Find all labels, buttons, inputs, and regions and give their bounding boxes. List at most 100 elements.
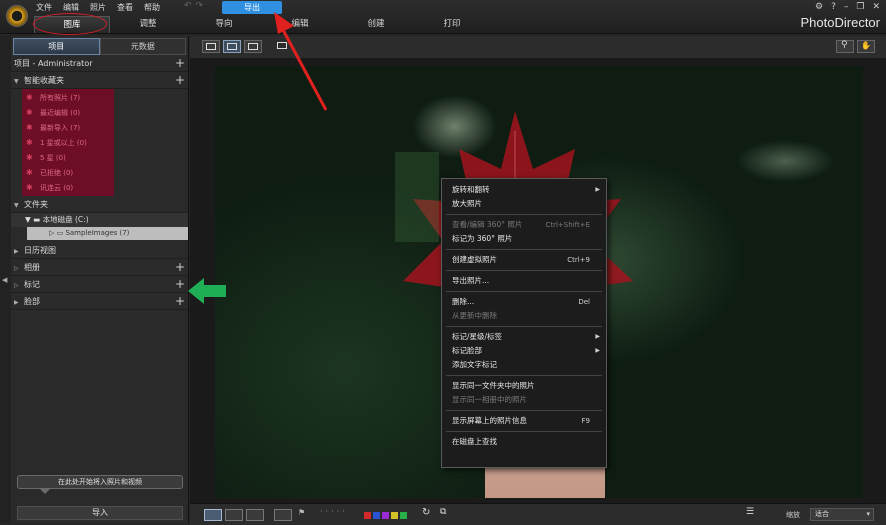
disk-item[interactable]: ▼ ▬ 本地磁盘 (C:): [11, 213, 188, 227]
expand-arrow-icon[interactable]: ▶: [14, 243, 24, 260]
rotate-icon[interactable]: ↻: [422, 507, 430, 518]
context-menu-item: 显示同一相册中的照片: [442, 393, 606, 407]
context-menu-item[interactable]: 显示屏幕上的照片信息 F9: [442, 414, 606, 428]
add-smart-collection-icon[interactable]: +: [175, 72, 185, 89]
face-tag-button[interactable]: [274, 509, 292, 521]
tags-header[interactable]: ▷ 标记 +: [11, 276, 188, 293]
submenu-arrow-icon: ▶: [595, 186, 600, 193]
brand-name: PhotoDirector: [800, 15, 880, 30]
bottom-toolbar: ⚑ ····· ↻ ⧉ ☰ 缩放 适合: [190, 503, 886, 525]
app-logo-icon[interactable]: [6, 5, 28, 27]
help-icon[interactable]: ?: [831, 2, 836, 12]
menu-help[interactable]: 帮助: [144, 2, 160, 13]
add-project-icon[interactable]: +: [175, 55, 185, 72]
faces-header[interactable]: ▶ 脸部 +: [11, 293, 188, 310]
expand-arrow-icon[interactable]: ▼: [14, 73, 24, 90]
context-menu-item[interactable]: 旋转和翻转 ▶: [442, 183, 606, 197]
collapse-left-icon[interactable]: ◀: [2, 276, 7, 284]
add-tag-icon[interactable]: +: [175, 276, 185, 293]
tab-guided[interactable]: 导向: [186, 16, 262, 33]
add-face-icon[interactable]: +: [175, 293, 185, 310]
tab-project[interactable]: 项目: [13, 38, 100, 55]
tab-adjust[interactable]: 调整: [110, 16, 186, 33]
collection-icon: ✱: [26, 168, 33, 177]
panel-collapse-strip[interactable]: ◀: [0, 36, 11, 523]
context-menu-item[interactable]: 删除... Del: [442, 295, 606, 309]
title-bar: 文件 编辑 照片 查看 帮助 ↶↷ 导出 图库 调整 导向 编辑 创建 打印 ⚙…: [0, 0, 886, 35]
color-label-swatch[interactable]: [391, 512, 398, 519]
grid-view-button[interactable]: [244, 40, 262, 53]
list-item[interactable]: ✱ 所有照片 (7): [22, 90, 114, 105]
calendar-label: 日历视图: [24, 246, 56, 255]
expand-arrow-icon[interactable]: ▷: [14, 277, 24, 294]
list-item[interactable]: ✱ 1 星或以上 (0): [22, 135, 114, 150]
collection-icon: ✱: [26, 123, 33, 132]
folders-header[interactable]: ▼ 文件夹: [11, 196, 188, 213]
folder-item[interactable]: ▷ ▭ SampleImages (7): [27, 227, 188, 240]
menu-item-label: 放大照片: [452, 199, 482, 208]
zoom-tool-button[interactable]: ⚲: [836, 40, 854, 53]
crop-icon[interactable]: ⧉: [440, 507, 446, 517]
single-view-button[interactable]: [204, 509, 222, 521]
sort-icon[interactable]: ☰: [746, 507, 754, 517]
menu-item-label: 标记为 360° 照片: [452, 234, 513, 243]
zoom-select[interactable]: 适合: [810, 508, 874, 521]
list-item[interactable]: ✱ 已拒绝 (0): [22, 165, 114, 180]
context-menu-item[interactable]: 标记为 360° 照片: [442, 232, 606, 246]
menu-view[interactable]: 查看: [117, 2, 133, 13]
menu-item-label: 显示同一文件夹中的照片: [452, 381, 535, 390]
viewer-view-button[interactable]: [223, 40, 241, 53]
folder-label: SampleImages (7): [65, 229, 130, 237]
list-item[interactable]: ✱ 5 星 (0): [22, 150, 114, 165]
menu-edit[interactable]: 编辑: [63, 2, 79, 13]
import-button[interactable]: 导入: [17, 506, 183, 520]
compare-view-button[interactable]: [225, 509, 243, 521]
color-label-swatch[interactable]: [382, 512, 389, 519]
context-menu-item[interactable]: 标记脸部 ▶: [442, 344, 606, 358]
smart-collections-header[interactable]: ▼ 智能收藏夹 +: [11, 72, 188, 89]
flag-icon[interactable]: ⚑: [298, 508, 305, 517]
browser-view-button[interactable]: [202, 40, 220, 53]
menu-file[interactable]: 文件: [36, 2, 52, 13]
calendar-header[interactable]: ▶ 日历视图: [11, 242, 188, 259]
tab-print[interactable]: 打印: [414, 16, 490, 33]
tab-create[interactable]: 创建: [338, 16, 414, 33]
rating-dots[interactable]: ·····: [320, 507, 348, 516]
folders-label: 文件夹: [24, 200, 48, 209]
undo-redo-icons[interactable]: ↶↷: [184, 1, 207, 11]
shortcut-label: Ctrl+9: [567, 256, 590, 264]
expand-arrow-icon[interactable]: ▶: [14, 294, 24, 311]
context-menu-item[interactable]: 放大照片: [442, 197, 606, 211]
context-menu-item[interactable]: 添加文字标记: [442, 358, 606, 372]
color-label-swatch[interactable]: [364, 512, 371, 519]
context-menu-item[interactable]: 导出照片...: [442, 274, 606, 288]
menu-photo[interactable]: 照片: [90, 2, 106, 13]
list-item[interactable]: ✱ 讯连云 (0): [22, 180, 114, 195]
close-icon[interactable]: ✕: [872, 2, 880, 12]
import-hint-tooltip: 在此处开始将入照片和视频: [17, 475, 183, 494]
add-album-icon[interactable]: +: [175, 259, 185, 276]
expand-arrow-icon[interactable]: ▼: [14, 197, 24, 214]
context-menu-item[interactable]: 在磁盘上查找: [442, 435, 606, 449]
context-menu-item: 从更新中删除: [442, 309, 606, 323]
filmstrip-view-button[interactable]: [246, 509, 264, 521]
list-item[interactable]: ✱ 最新导入 (7): [22, 120, 114, 135]
context-menu-item[interactable]: 显示同一文件夹中的照片: [442, 379, 606, 393]
context-menu-item[interactable]: 标记/星级/标签 ▶: [442, 330, 606, 344]
albums-header[interactable]: ▷ 相册 +: [11, 259, 188, 276]
restore-icon[interactable]: ❐: [856, 2, 864, 12]
disk-label: 本地磁盘 (C:): [42, 215, 89, 224]
list-item[interactable]: ✱ 最近编辑 (0): [22, 105, 114, 120]
color-label-swatch[interactable]: [373, 512, 380, 519]
menu-separator: [446, 270, 602, 271]
settings-icon[interactable]: ⚙: [815, 2, 823, 12]
expand-arrow-icon[interactable]: ▷: [14, 260, 24, 277]
pan-tool-button[interactable]: ✋: [857, 40, 875, 53]
tab-metadata[interactable]: 元数据: [99, 38, 186, 55]
menu-item-label: 添加文字标记: [452, 360, 497, 369]
minimize-icon[interactable]: –: [844, 2, 849, 12]
context-menu-item[interactable]: 创建虚拟照片 Ctrl+9: [442, 253, 606, 267]
magnifier-icon: ⚲: [841, 40, 848, 50]
menu-item-label: 标记脸部: [452, 346, 482, 355]
color-label-swatch[interactable]: [400, 512, 407, 519]
